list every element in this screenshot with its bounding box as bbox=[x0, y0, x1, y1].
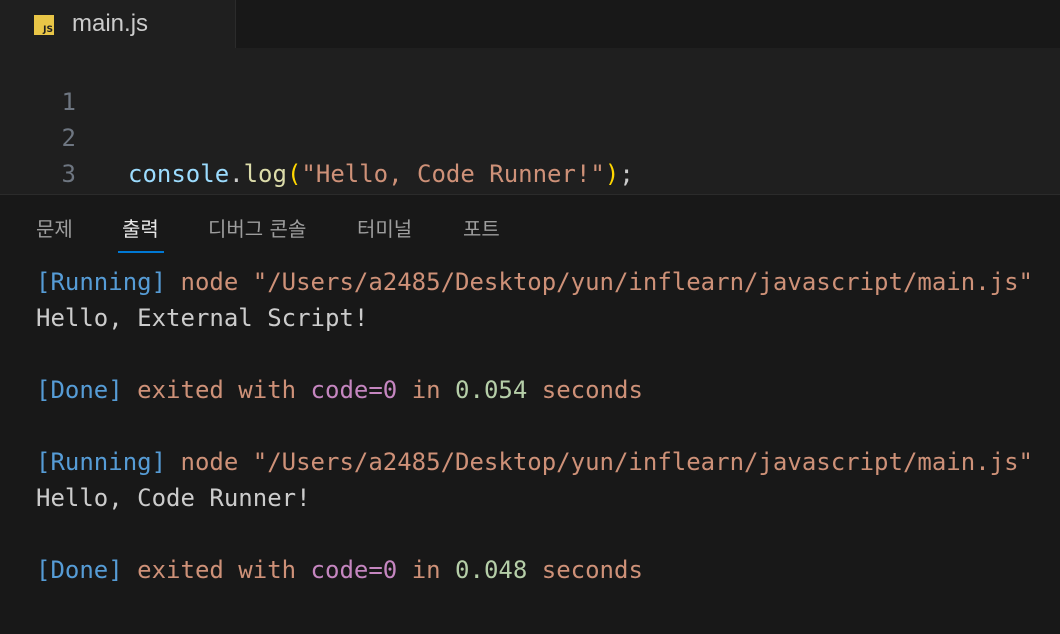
code-line-2[interactable]: 2 console.log("Hello, Code Runner!"); bbox=[0, 84, 1060, 188]
output-running-line: [Running] node "/Users/a2485/Desktop/yun… bbox=[36, 264, 1046, 300]
seconds-text: seconds bbox=[527, 376, 643, 404]
output-blank-line bbox=[36, 336, 1046, 372]
code-line-4[interactable]: 4 bbox=[0, 156, 1060, 224]
tab-output[interactable]: 출력 bbox=[122, 215, 159, 243]
editor-tab-strip: JS main.js bbox=[0, 0, 1060, 48]
exited-with-text: exited with bbox=[122, 376, 311, 404]
code-editor[interactable]: 1 2 console.log("Hello, Code Runner!"); … bbox=[0, 48, 1060, 224]
output-done-line: [Done] exited with code=0 in 0.054 secon… bbox=[36, 372, 1046, 408]
output-done-line: [Done] exited with code=0 in 0.048 secon… bbox=[36, 552, 1046, 588]
running-tag: [Running] bbox=[36, 448, 167, 476]
run-command: node "/Users/a2485/Desktop/yun/inflearn/… bbox=[166, 268, 1033, 296]
output-blank-line bbox=[36, 516, 1046, 552]
editor-tab-main-js[interactable]: JS main.js bbox=[0, 0, 236, 48]
exit-code: code=0 bbox=[310, 556, 398, 584]
running-tag: [Running] bbox=[36, 268, 167, 296]
done-tag: [Done] bbox=[36, 376, 123, 404]
duration-value: 0.054 bbox=[455, 376, 528, 404]
javascript-file-icon-label: JS bbox=[43, 25, 53, 35]
javascript-file-icon: JS bbox=[34, 15, 54, 35]
bottom-panel: 문제 출력 디버그 콘솔 터미널 포트 [Running] node "/Use… bbox=[0, 194, 1060, 634]
done-tag: [Done] bbox=[36, 556, 123, 584]
exit-code: code=0 bbox=[310, 376, 398, 404]
output-result-line: Hello, External Script! bbox=[36, 300, 1046, 336]
program-output: Hello, External Script! bbox=[36, 304, 369, 332]
exited-with-text: exited with bbox=[122, 556, 311, 584]
run-command: node "/Users/a2485/Desktop/yun/inflearn/… bbox=[166, 448, 1033, 476]
in-text: in bbox=[397, 376, 456, 404]
tab-debug-console[interactable]: 디버그 콘솔 bbox=[208, 215, 306, 243]
code-line-3[interactable]: 3 bbox=[0, 120, 1060, 188]
output-running-line: [Running] node "/Users/a2485/Desktop/yun… bbox=[36, 444, 1046, 480]
active-tab-indicator bbox=[118, 251, 164, 253]
tab-ports[interactable]: 포트 bbox=[463, 215, 500, 243]
tab-terminal[interactable]: 터미널 bbox=[357, 215, 412, 243]
seconds-text: seconds bbox=[527, 556, 643, 584]
tab-problems[interactable]: 문제 bbox=[36, 215, 73, 243]
output-blank-line bbox=[36, 408, 1046, 444]
output-log[interactable]: [Running] node "/Users/a2485/Desktop/yun… bbox=[36, 264, 1046, 588]
editor-tab-label: main.js bbox=[72, 10, 149, 37]
panel-tab-bar: 문제 출력 디버그 콘솔 터미널 포트 bbox=[0, 195, 1060, 253]
code-line-1[interactable]: 1 bbox=[0, 48, 1060, 116]
output-result-line: Hello, Code Runner! bbox=[36, 480, 1046, 516]
in-text: in bbox=[397, 556, 456, 584]
duration-value: 0.048 bbox=[455, 556, 528, 584]
program-output: Hello, Code Runner! bbox=[36, 484, 311, 512]
